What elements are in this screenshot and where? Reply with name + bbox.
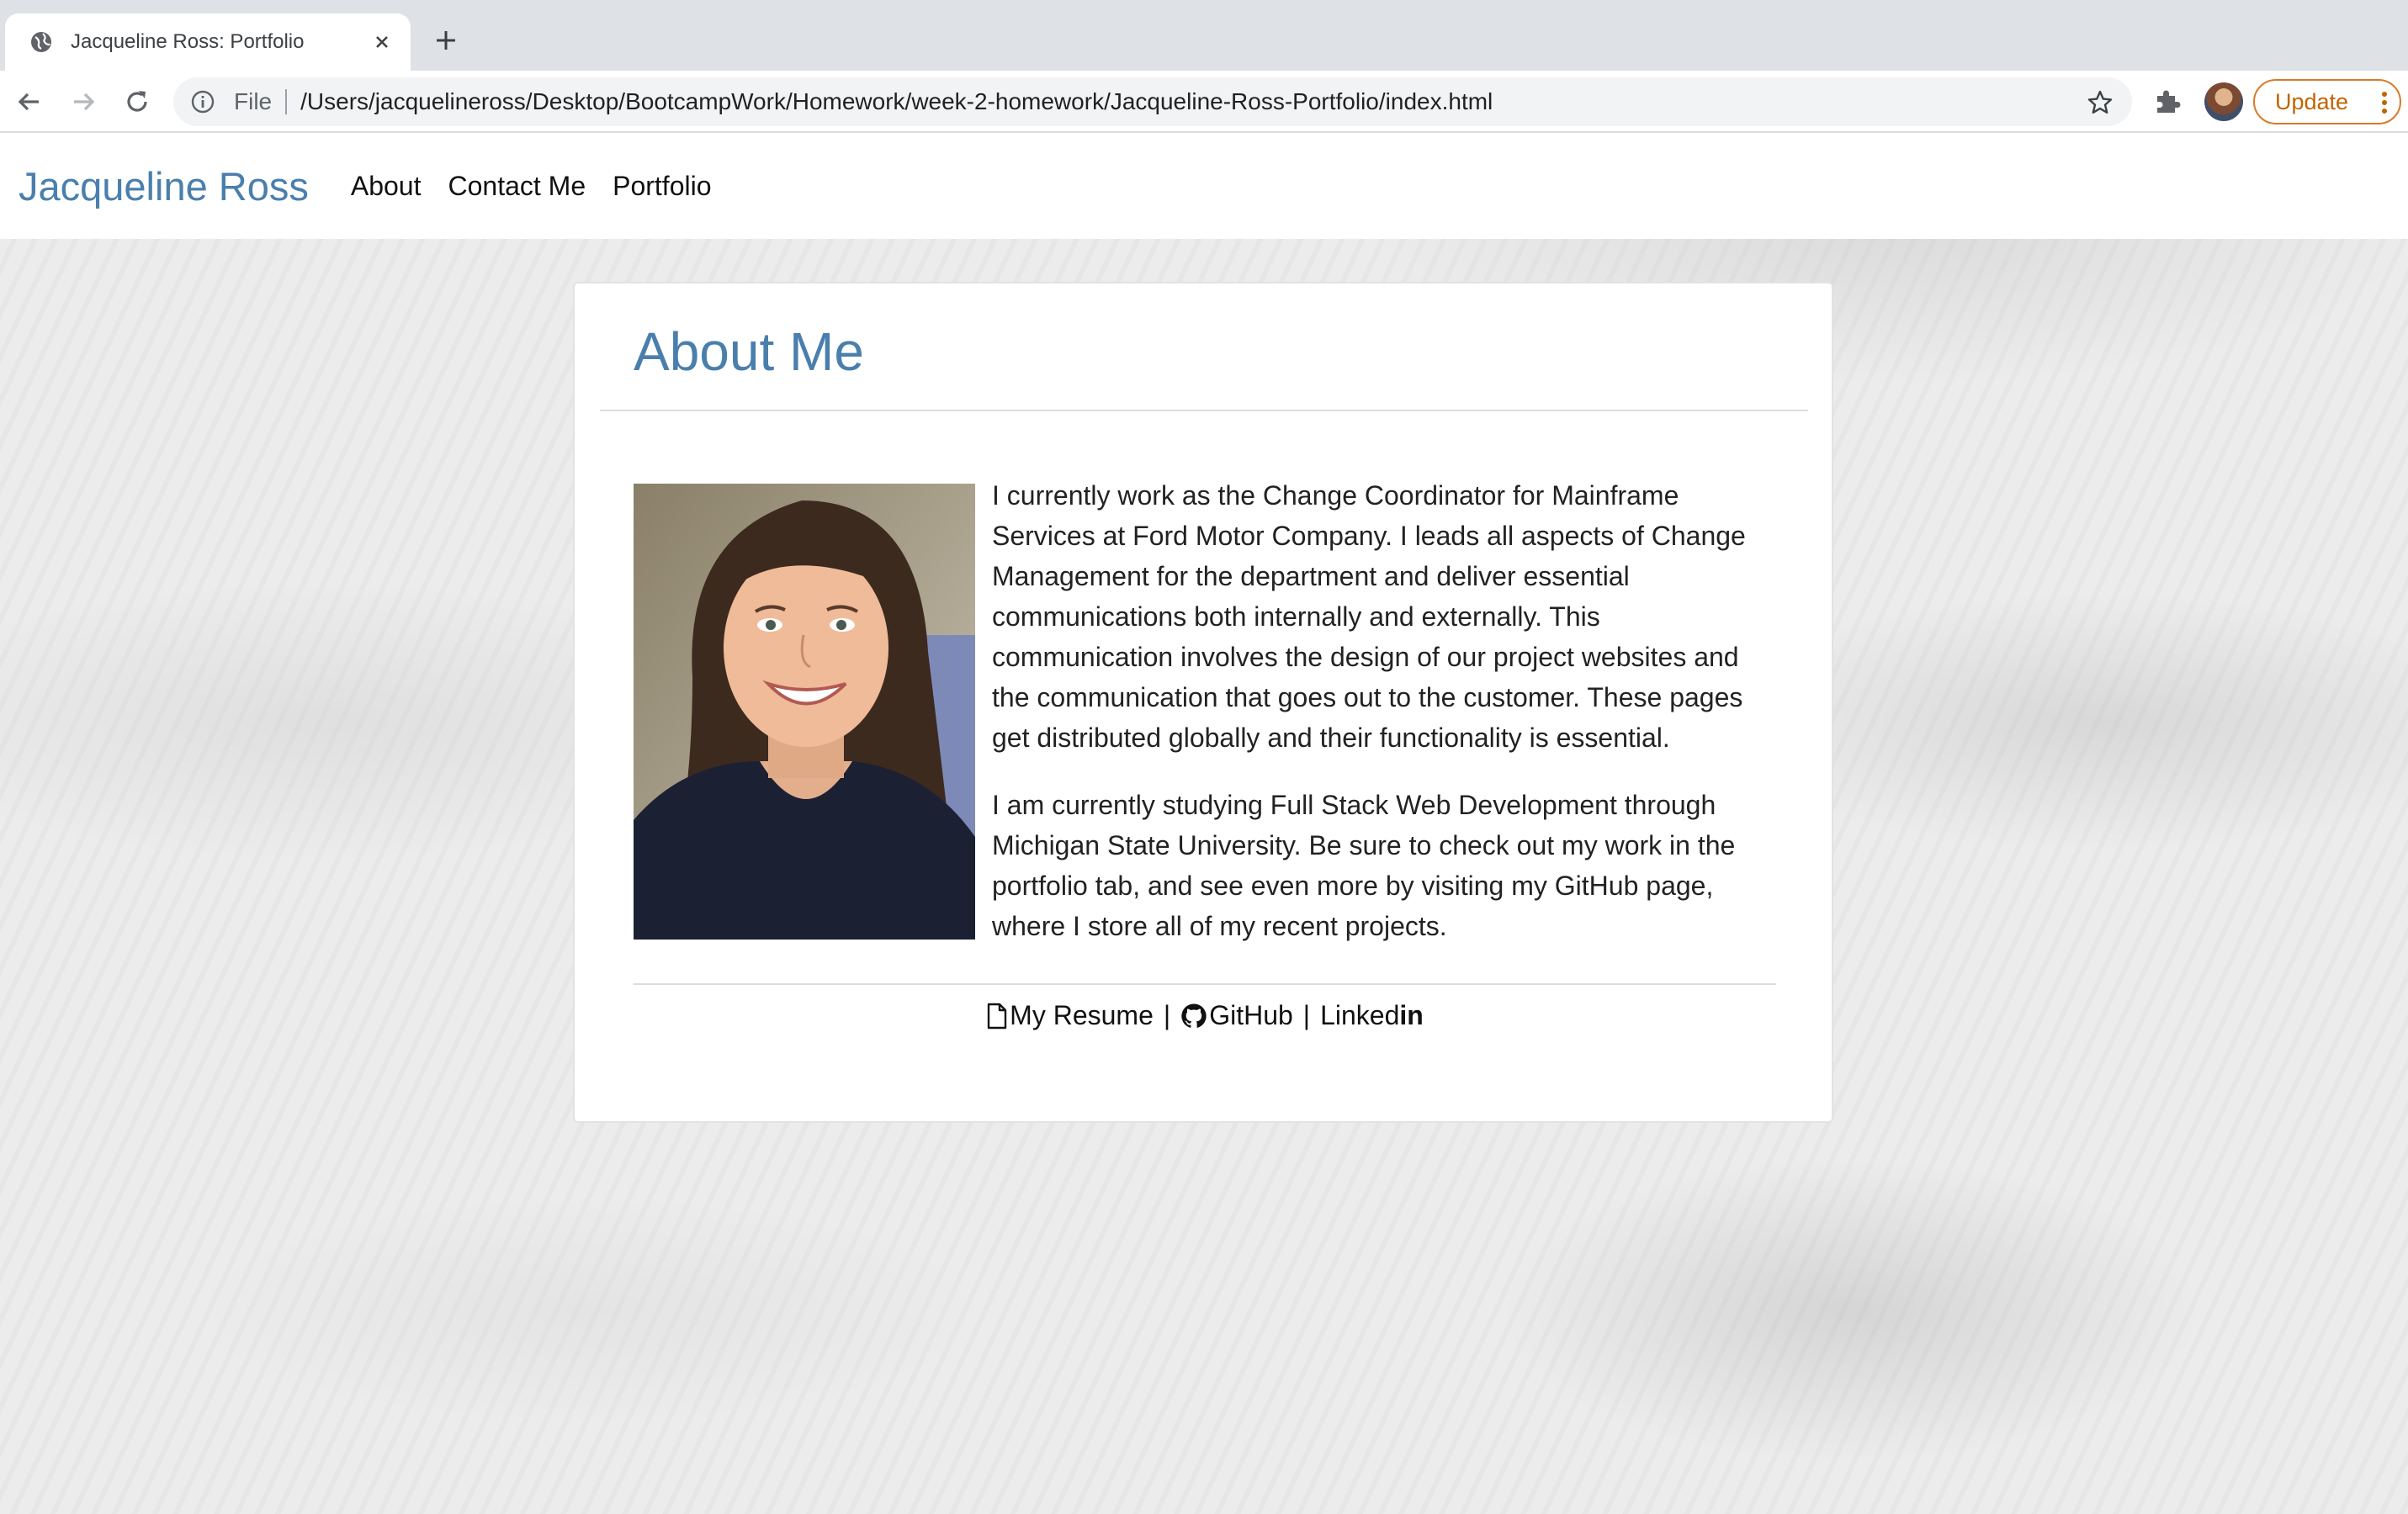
resume-link[interactable]: My Resume [986, 1000, 1154, 1031]
site-navbar: Jacqueline Ross About Contact Me Portfol… [0, 133, 2408, 239]
close-icon[interactable] [370, 30, 394, 54]
bio-text: I currently work as the Change Coordinat… [992, 475, 1783, 973]
plus-icon[interactable] [432, 27, 459, 54]
page-body: Jacqueline Ross About Contact Me Portfol… [0, 133, 2408, 1514]
about-card: About Me I currently work as the Change … [573, 282, 1833, 1123]
profile-photo [634, 484, 975, 940]
globe-icon [31, 32, 51, 52]
github-label: GitHub [1209, 1000, 1293, 1030]
nav-link-contact[interactable]: Contact Me [448, 171, 586, 202]
tab-strip: Jacqueline Ross: Portfolio [0, 0, 2408, 71]
resume-label: My Resume [1010, 1000, 1154, 1030]
linkedin-label: Linked [1320, 1000, 1400, 1030]
link-separator: | [1302, 1000, 1311, 1030]
info-icon[interactable] [190, 89, 215, 114]
profile-links: My Resume | GitHub | Linked in [575, 1000, 1835, 1031]
browser-tab[interactable]: Jacqueline Ross: Portfolio [5, 13, 411, 71]
linkedin-link[interactable]: Linked in [1320, 1000, 1424, 1031]
linkedin-icon: in [1399, 1000, 1424, 1030]
nav-link-about[interactable]: About [351, 171, 422, 202]
avatar[interactable] [2204, 82, 2243, 121]
star-icon[interactable] [2087, 89, 2114, 116]
browser-toolbar: File /Users/jacquelineross/Desktop/Bootc… [0, 71, 2408, 133]
address-bar[interactable]: File /Users/jacquelineross/Desktop/Bootc… [173, 77, 2132, 126]
links-divider [634, 983, 1776, 985]
file-icon [987, 1003, 1007, 1029]
kebab-menu-icon[interactable] [2381, 91, 2388, 114]
nav-links: About Contact Me Portfolio [351, 171, 739, 202]
scheme-label: File [234, 88, 273, 114]
url-text[interactable]: /Users/jacquelineross/Desktop/BootcampWo… [300, 88, 1493, 115]
forward-arrow-icon[interactable] [67, 86, 99, 118]
bio-paragraph: I am currently studying Full Stack Web D… [992, 790, 1736, 941]
link-separator: | [1163, 1000, 1171, 1030]
heading-divider [600, 410, 1808, 411]
nav-link-portfolio[interactable]: Portfolio [613, 171, 711, 202]
back-arrow-icon[interactable] [13, 86, 45, 118]
github-link[interactable]: GitHub [1180, 1000, 1293, 1031]
omnibox-separator [285, 89, 288, 114]
reload-icon[interactable] [121, 86, 153, 118]
github-icon [1181, 1003, 1207, 1028]
tab-title: Jacqueline Ross: Portfolio [71, 30, 305, 53]
update-label: Update [2275, 88, 2349, 114]
brand-link[interactable]: Jacqueline Ross [19, 163, 309, 209]
update-button[interactable]: Update [2253, 79, 2401, 124]
page-title: About Me [634, 321, 864, 382]
puzzle-icon[interactable] [2152, 86, 2183, 116]
bio-paragraph: I currently work as the Change Coordinat… [992, 480, 1746, 753]
